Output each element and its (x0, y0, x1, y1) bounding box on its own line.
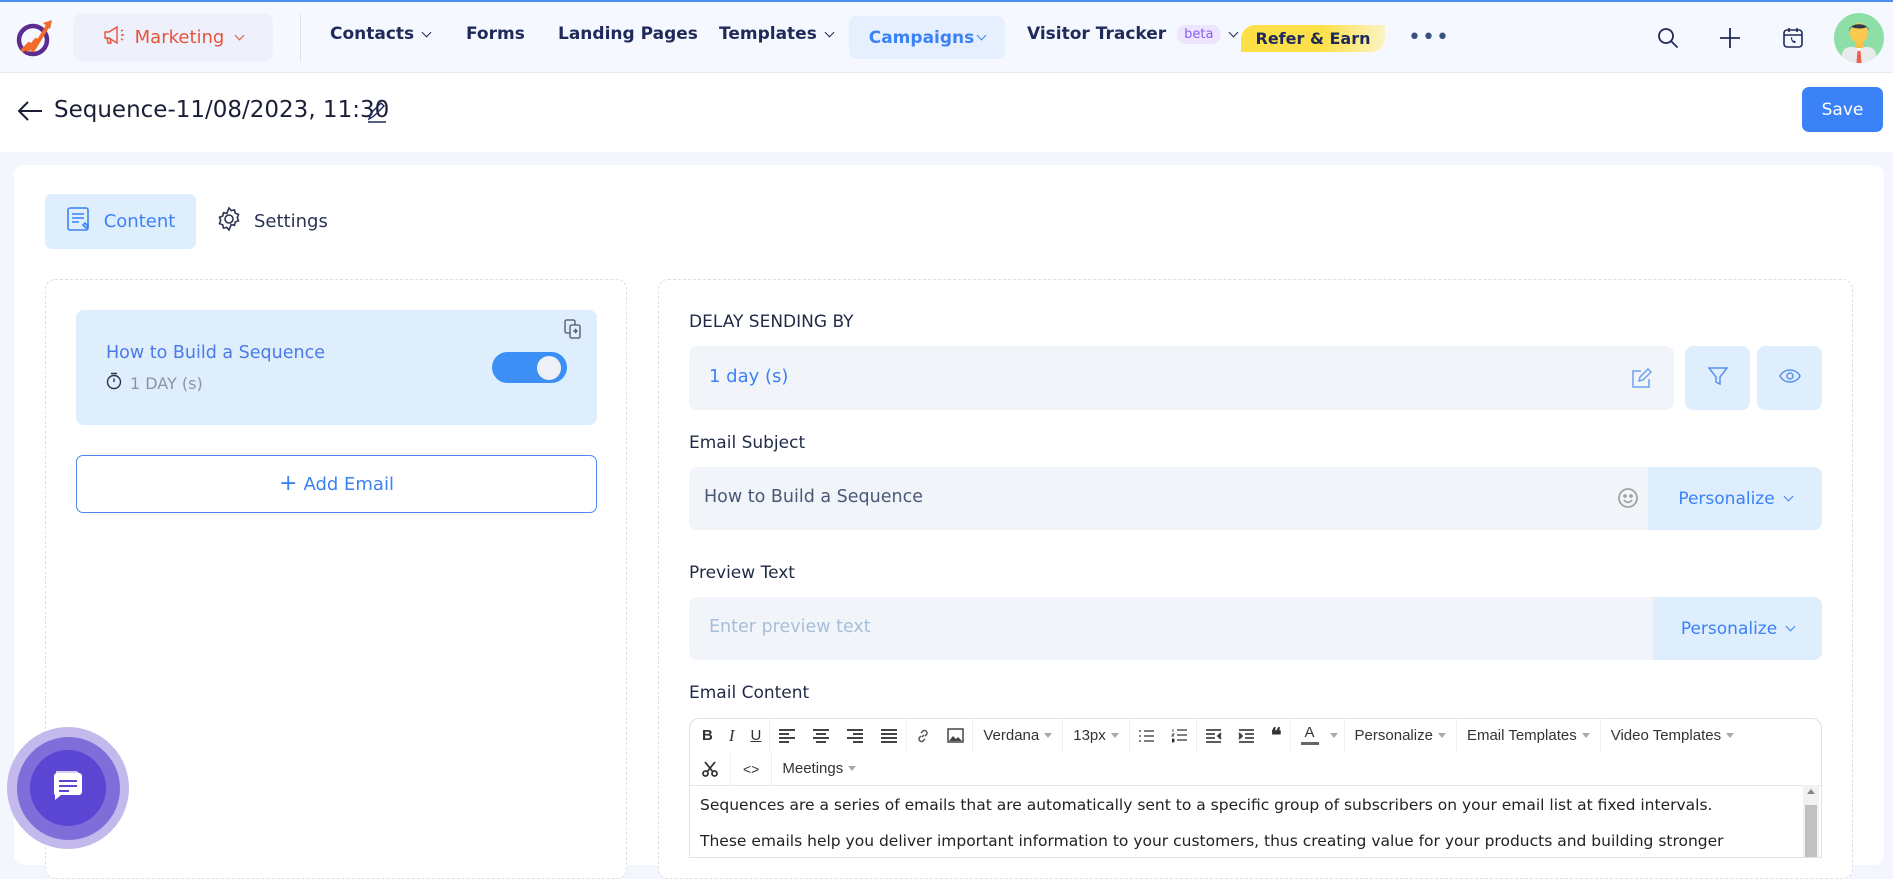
app-logo[interactable] (15, 16, 55, 62)
font-size-dropdown[interactable]: 13px (1063, 719, 1129, 752)
preview-text-field[interactable]: Enter preview text Personalize (689, 597, 1822, 660)
nav-contacts[interactable]: Contacts (330, 24, 432, 44)
megaphone-icon (103, 25, 127, 50)
delay-value: 1 day (s) (709, 366, 789, 387)
top-navigation-bar: Marketing Contacts Forms Landing Pages T… (0, 0, 1893, 73)
module-switcher-marketing[interactable]: Marketing (73, 13, 273, 62)
content-edit-icon (66, 206, 92, 237)
align-center-icon[interactable] (804, 719, 838, 752)
chevron-down-icon (824, 27, 835, 37)
scroll-up-arrow-icon[interactable] (1807, 789, 1815, 794)
eye-icon (1778, 368, 1801, 388)
nav-campaigns[interactable]: Campaigns (849, 16, 1005, 59)
blockquote-icon[interactable]: ❝ (1263, 719, 1290, 752)
chevron-down-icon (976, 30, 987, 41)
chevron-down-icon (234, 30, 245, 41)
bold-button[interactable]: B (690, 719, 721, 752)
stopwatch-icon (106, 372, 122, 394)
italic-button[interactable]: I (721, 719, 743, 752)
preview-text-label: Preview Text (689, 563, 795, 583)
tab-settings[interactable]: Settings (216, 194, 328, 249)
plus-icon: + (279, 471, 298, 496)
subject-value: How to Build a Sequence (704, 487, 923, 507)
editor-toolbar-row-2: <> Meetings (690, 752, 866, 785)
chevron-down-icon (1783, 491, 1794, 502)
image-icon[interactable] (939, 719, 972, 752)
editor-content-area[interactable]: Sequences are a series of emails that ar… (690, 785, 1821, 857)
chevron-down-icon (421, 27, 432, 37)
more-menu-icon[interactable]: ••• (1408, 27, 1450, 49)
chat-bubble-icon (50, 768, 86, 808)
indent-icon[interactable] (1230, 719, 1263, 752)
filter-button[interactable] (1685, 346, 1750, 410)
email-item-delay: 1 DAY (s) (106, 372, 203, 394)
chat-ring (16, 736, 120, 840)
align-left-icon[interactable] (770, 719, 804, 752)
link-icon[interactable] (907, 719, 939, 752)
scrollbar-thumb[interactable] (1805, 805, 1817, 857)
nav-landing-pages[interactable]: Landing Pages (558, 24, 698, 44)
editor-paragraph: These emails help you deliver important … (700, 832, 1724, 850)
filter-icon (1706, 365, 1729, 391)
user-avatar[interactable] (1834, 13, 1884, 63)
editor-toolbar-row-1: B I U Verdana 13px ❝ A Personalize Email… (690, 719, 1744, 752)
video-templates-dropdown[interactable]: Video Templates (1601, 719, 1744, 752)
refer-and-earn-button[interactable]: Refer & Earn (1241, 25, 1385, 52)
text-color-icon[interactable]: A (1291, 719, 1325, 752)
delay-field[interactable]: 1 day (s) (689, 346, 1674, 410)
chevron-down-icon (1228, 27, 1238, 37)
subject-field[interactable]: How to Build a Sequence Personalize (689, 467, 1822, 530)
tab-content[interactable]: Content (45, 194, 196, 249)
font-family-dropdown[interactable]: Verdana (973, 719, 1062, 752)
email-templates-dropdown[interactable]: Email Templates (1457, 719, 1600, 752)
calendar-phone-icon[interactable] (1777, 22, 1809, 54)
duplicate-icon[interactable] (564, 319, 582, 343)
emoji-icon[interactable] (1617, 487, 1639, 513)
email-item-title: How to Build a Sequence (106, 343, 325, 363)
email-enabled-toggle[interactable] (492, 352, 567, 383)
code-view-icon[interactable]: <> (731, 752, 771, 785)
underline-button[interactable]: U (743, 719, 770, 752)
delay-label: DELAY SENDING BY (689, 312, 854, 332)
subject-personalize-dropdown[interactable]: Personalize (1648, 467, 1822, 530)
back-arrow-icon[interactable] (16, 98, 44, 128)
outdent-icon[interactable] (1197, 719, 1230, 752)
editor-paragraph: Sequences are a series of emails that ar… (700, 796, 1713, 814)
meetings-dropdown[interactable]: Meetings (772, 752, 866, 785)
nav-forms[interactable]: Forms (466, 24, 525, 44)
editor-scrollbar[interactable] (1803, 785, 1819, 857)
editor-personalize-dropdown[interactable]: Personalize (1345, 719, 1456, 752)
nav-visitor-tracker[interactable]: Visitor Tracker beta (1027, 24, 1238, 44)
edit-delay-icon[interactable] (1630, 367, 1653, 394)
text-color-dropdown[interactable] (1325, 719, 1344, 752)
rich-text-editor: B I U Verdana 13px ❝ A Personalize Email… (689, 718, 1822, 858)
subject-label: Email Subject (689, 433, 806, 453)
sequence-email-item[interactable]: How to Build a Sequence 1 DAY (s) (76, 310, 597, 425)
nav-templates[interactable]: Templates (719, 24, 835, 44)
cut-icon[interactable] (690, 752, 730, 785)
add-email-button[interactable]: + Add Email (76, 455, 597, 513)
gear-icon (216, 206, 242, 237)
search-icon[interactable] (1652, 22, 1684, 54)
preview-text-placeholder: Enter preview text (709, 617, 871, 637)
page-title: Sequence-11/08/2023, 11:30 (54, 97, 390, 123)
nav-divider (300, 14, 301, 62)
edit-title-pencil-icon[interactable] (365, 100, 389, 128)
chat-support-button[interactable] (7, 727, 129, 849)
plus-icon[interactable] (1714, 22, 1746, 54)
align-justify-icon[interactable] (872, 719, 906, 752)
preview-button[interactable] (1757, 346, 1822, 410)
beta-badge: beta (1177, 24, 1221, 44)
chat-core (30, 750, 106, 826)
preview-personalize-dropdown[interactable]: Personalize (1653, 597, 1822, 660)
chevron-down-icon (1785, 621, 1796, 632)
toggle-knob (537, 356, 561, 380)
save-button[interactable]: Save (1802, 87, 1883, 132)
numbered-list-icon[interactable] (1163, 719, 1196, 752)
bullet-list-icon[interactable] (1130, 719, 1163, 752)
align-right-icon[interactable] (838, 719, 872, 752)
email-content-label: Email Content (689, 683, 810, 703)
